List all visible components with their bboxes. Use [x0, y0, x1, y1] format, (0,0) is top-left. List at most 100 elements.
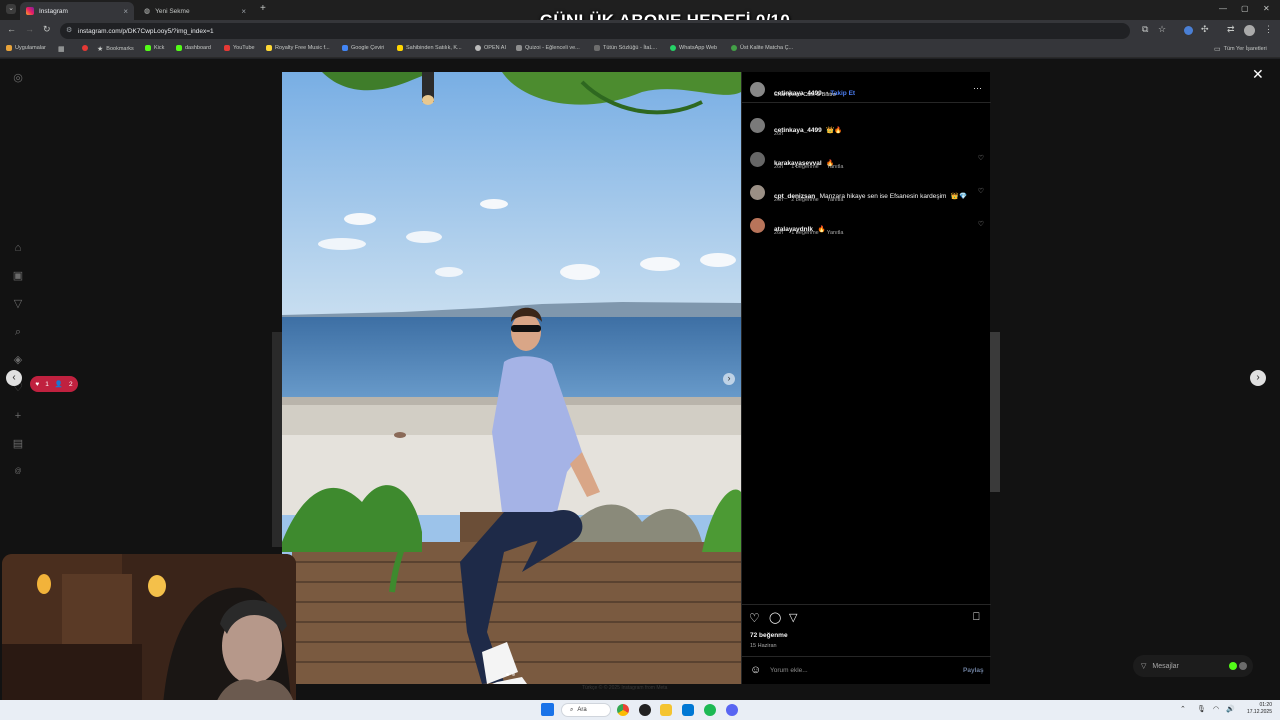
tab-search-icon[interactable]: ⌄ [6, 4, 16, 14]
minimize-button[interactable]: — [1219, 4, 1227, 13]
avatar [1239, 662, 1247, 670]
like-comment-icon[interactable]: ♡ [978, 187, 984, 195]
back-icon[interactable]: ← [7, 24, 16, 34]
tab-instagram[interactable]: Instagram × [20, 2, 134, 20]
bookmark-matcha[interactable]: Üst Kalite Matcha Ç... [731, 45, 793, 51]
tab-label: Instagram [39, 7, 68, 15]
folder-icon: ▭ [1214, 46, 1221, 53]
previous-post-button[interactable]: ‹ [6, 370, 22, 386]
url-text: instagram.com/p/DK7CwpLooy5/?img_index=1 [78, 27, 214, 35]
dashboard-icon[interactable]: ▤ [11, 437, 25, 451]
search-icon[interactable]: ⌕ [11, 325, 25, 339]
next-post-button[interactable]: › [1250, 370, 1266, 386]
avatar[interactable] [750, 118, 765, 133]
reload-icon[interactable]: ↻ [43, 24, 51, 35]
like-comment-icon[interactable]: ♡ [978, 154, 984, 162]
heart-icon: ♥ [35, 380, 40, 388]
obs-taskbar-icon[interactable] [639, 704, 651, 716]
file-explorer-icon[interactable] [660, 704, 672, 716]
close-tab-icon[interactable]: × [123, 7, 128, 16]
emoji-picker-icon[interactable]: ☺ [750, 664, 761, 676]
avatar[interactable] [750, 218, 765, 233]
bookmark-tutun[interactable]: Tütün Sözlüğü - İtaL... [594, 45, 657, 51]
wifi-icon[interactable]: ◠ [1213, 705, 1219, 713]
bookmark-openai[interactable]: OPEN AI [475, 45, 506, 51]
like-comment-icon[interactable]: ♡ [978, 220, 984, 228]
emoji-icon: 👑💎 [950, 193, 968, 200]
taskbar-search[interactable]: ⌕ Ara [561, 703, 611, 717]
address-bar[interactable]: ⚙ instagram.com/p/DK7CwpLooy5/?img_index… [60, 23, 1130, 39]
translate-icon [342, 45, 348, 51]
chrome-menu-icon[interactable]: ⋮ [1264, 24, 1273, 35]
bookmark-bookmarks[interactable]: ★ Bookmarks [97, 45, 134, 53]
bookmark-sahibinden[interactable]: Sahibinden Satılık, K... [397, 45, 462, 51]
create-icon[interactable]: + [11, 409, 25, 423]
sidebar-toggle-icon[interactable]: ⇄ [1227, 24, 1235, 35]
bookmark-kick[interactable]: Kick [145, 45, 164, 51]
close-tab-icon[interactable]: × [241, 7, 246, 16]
messages-button[interactable]: ▽ Mesajlar [1133, 655, 1253, 677]
save-icon[interactable]: ⎕ [973, 611, 980, 624]
bookmark-dashboard[interactable]: dashboard [176, 45, 211, 51]
close-icon[interactable]: ✕ [1252, 66, 1264, 83]
send-icon[interactable]: ▽ [11, 297, 25, 311]
caption: cetinkaya_4499 👑🔥 [774, 119, 842, 137]
bookmarks-bar: Uygulamalar ▦ ★ Bookmarks Kick dashboard … [0, 42, 1280, 58]
notification-badge[interactable]: ♥ 1 👤 2 [30, 376, 78, 392]
like-count[interactable]: 72 beğenme [750, 632, 788, 639]
post-comment-button[interactable]: Paylaş [963, 667, 984, 674]
like-icon[interactable]: ♡ [749, 611, 760, 625]
maximize-button[interactable]: ▢ [1241, 4, 1249, 13]
extension-icon[interactable] [1184, 26, 1193, 35]
forward-icon[interactable]: → [25, 24, 34, 34]
carousel-dot-active [506, 673, 509, 676]
profile-avatar[interactable] [1244, 25, 1255, 36]
explore-icon[interactable]: ◈ [11, 353, 25, 367]
extensions-puzzle-icon[interactable]: ✣ [1201, 24, 1209, 35]
grid-icon[interactable]: ▦ [58, 45, 65, 53]
avatar[interactable] [750, 82, 765, 97]
all-bookmarks[interactable]: ▭ Tüm Yer İşaretleri [1214, 45, 1267, 53]
bookmark-star-icon[interactable]: ☆ [1158, 24, 1166, 35]
instagram-logo-icon[interactable]: ◎ [11, 71, 25, 85]
bookmark-quizoi[interactable]: Quizoi - Eğlenceli ve... [516, 45, 580, 51]
quiz-icon [516, 45, 522, 51]
globe-icon: ◍ [144, 8, 151, 15]
window-close-button[interactable]: ✕ [1263, 4, 1270, 13]
discord-taskbar-icon[interactable] [726, 704, 738, 716]
post-location[interactable]: Champions Cafe & Bistro [774, 92, 836, 98]
bookmark-google-translate[interactable]: Google Çeviri [342, 45, 384, 51]
comment-input[interactable]: Yorum ekle... [770, 667, 808, 674]
bookmark-royalty[interactable]: Royalty Free Music f... [266, 45, 330, 51]
spotify-taskbar-icon[interactable] [704, 704, 716, 716]
chrome-taskbar-icon[interactable] [617, 704, 629, 716]
windows-start-icon[interactable] [541, 703, 554, 716]
mic-icon[interactable]: 🎙 [1197, 705, 1206, 713]
install-app-icon[interactable]: ⧉ [1142, 24, 1148, 35]
clock[interactable]: 01:20 17.12.2025 [1242, 702, 1272, 716]
store-taskbar-icon[interactable] [682, 704, 694, 716]
home-icon[interactable]: ⌂ [11, 241, 25, 255]
kick-icon [145, 45, 151, 51]
youtube-bookmark-icon[interactable] [82, 45, 88, 51]
avatar[interactable] [750, 185, 765, 200]
tray-chevron-icon[interactable]: ⌃ [1180, 705, 1186, 713]
reels-icon[interactable]: ▣ [11, 269, 25, 283]
volume-icon[interactable]: 🔊 [1226, 705, 1235, 713]
tab-new-tab[interactable]: ◍ Yeni Sekme × [138, 2, 252, 20]
threads-icon[interactable]: @ [11, 465, 25, 479]
divider [742, 656, 991, 657]
next-image-button[interactable]: › [723, 373, 735, 385]
share-icon[interactable]: ▽ [789, 611, 797, 624]
bookmark-whatsapp[interactable]: WhatsApp Web [670, 45, 717, 51]
post-date: 15 Haziran [750, 643, 777, 649]
comment-icon[interactable]: ◯ [769, 611, 781, 624]
avatar[interactable] [750, 152, 765, 167]
site-info-icon[interactable]: ⚙ [66, 26, 72, 34]
more-options-icon[interactable]: ··· [973, 83, 982, 93]
clock-date: 17.12.2025 [1246, 709, 1272, 715]
comment-meta: 26h 1 beğenme Yanıtla [774, 230, 844, 236]
bookmark-youtube[interactable]: YouTube [224, 45, 255, 51]
new-tab-button[interactable]: + [260, 3, 266, 14]
bookmark-apps[interactable]: Uygulamalar [6, 45, 46, 51]
